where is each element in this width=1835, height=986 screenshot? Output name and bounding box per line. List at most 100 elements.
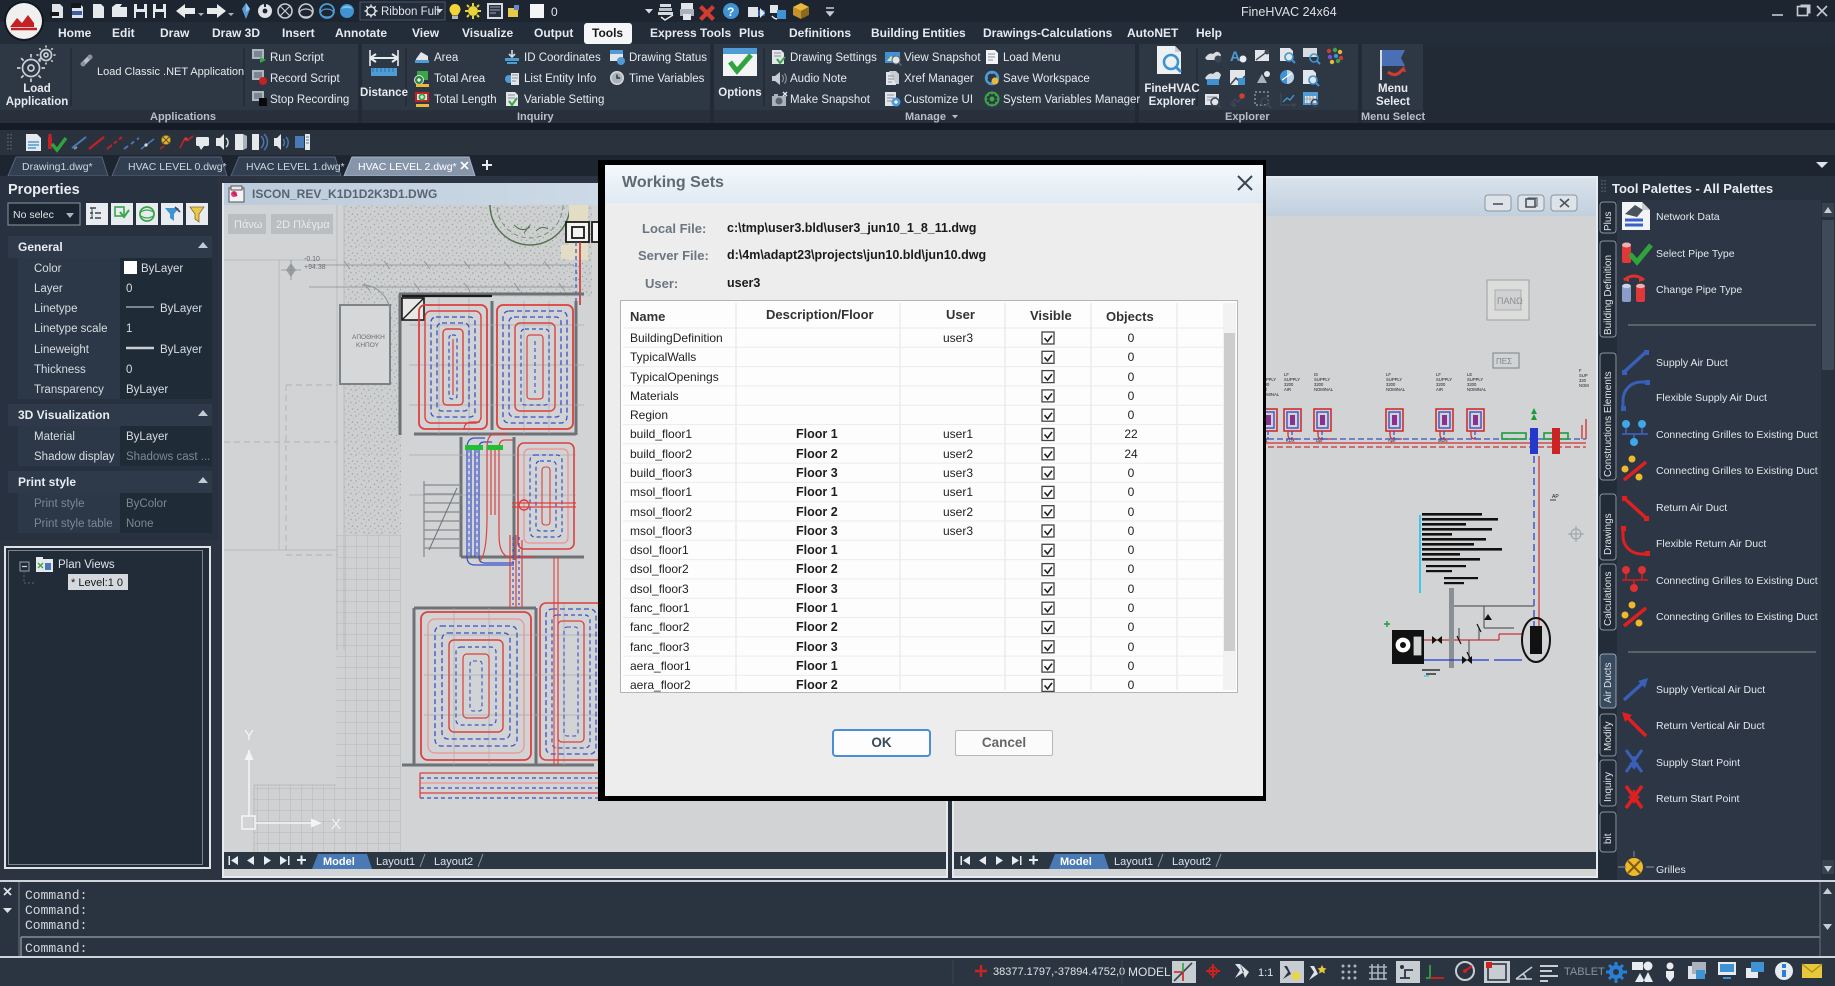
svg-text:Total Length: Total Length: [434, 94, 497, 106]
svg-text:Material: Material: [34, 431, 75, 443]
svg-text:HVAC LEVEL 2.dwg*: HVAC LEVEL 2.dwg*: [358, 161, 457, 173]
svg-text:Drawing Settings: Drawing Settings: [790, 52, 877, 64]
svg-text:0: 0: [1128, 620, 1135, 634]
svg-text:Floor 3: Floor 3: [796, 640, 838, 654]
svg-text:0: 0: [1128, 350, 1135, 364]
svg-text:Floor 2: Floor 2: [796, 505, 838, 519]
svg-text:Properties: Properties: [8, 182, 80, 198]
svg-text:1: 1: [126, 323, 132, 335]
svg-text:Floor 1: Floor 1: [796, 659, 838, 673]
svg-text:User: User: [946, 307, 975, 322]
svg-text:Load Classic .NET Application: Load Classic .NET Application: [97, 66, 244, 78]
svg-text:0: 0: [1128, 524, 1135, 538]
svg-text:Floor 3: Floor 3: [796, 582, 838, 596]
svg-text:Output: Output: [534, 26, 573, 40]
svg-text:* Level:1 0: * Level:1 0: [71, 577, 123, 589]
svg-text:Options: Options: [718, 87, 761, 99]
svg-text:HVAC LEVEL 1.dwg*: HVAC LEVEL 1.dwg*: [246, 161, 345, 173]
svg-text:aera_floor2: aera_floor2: [630, 678, 691, 692]
svg-text:Layout2: Layout2: [434, 856, 473, 868]
svg-text:24: 24: [1124, 447, 1138, 461]
svg-text:Command:: Command:: [25, 888, 87, 903]
svg-text:Select Pipe Type: Select Pipe Type: [1656, 248, 1735, 260]
svg-text:No selec: No selec: [13, 209, 54, 221]
svg-text:Return Vertical Air Duct: Return Vertical Air Duct: [1656, 720, 1765, 732]
svg-text:3D Visualization: 3D Visualization: [18, 408, 110, 422]
svg-text:Edit: Edit: [112, 26, 135, 40]
svg-text:Connecting Grilles to Existing: Connecting Grilles to Existing Duct ...: [1656, 611, 1829, 623]
svg-text:Materials: Materials: [630, 389, 679, 403]
svg-text:Floor 2: Floor 2: [796, 447, 838, 461]
svg-text:TypicalOpenings: TypicalOpenings: [630, 370, 719, 384]
svg-text:0: 0: [551, 5, 558, 19]
svg-text:Ribbon Full: Ribbon Full: [381, 6, 439, 18]
svg-text:Flexible Return Air Duct: Flexible Return Air Duct: [1656, 538, 1766, 550]
svg-text:TABLET: TABLET: [1564, 966, 1605, 978]
svg-text:Floor 3: Floor 3: [796, 524, 838, 538]
svg-text:0: 0: [1128, 601, 1135, 615]
svg-text:Print style: Print style: [34, 498, 85, 510]
svg-text:0: 0: [1128, 466, 1135, 480]
svg-text:Command:: Command:: [25, 903, 87, 918]
svg-text:Lineweight: Lineweight: [34, 344, 90, 356]
svg-text:aera_floor1: aera_floor1: [630, 659, 691, 673]
svg-text:+94.38: +94.38: [304, 264, 326, 271]
svg-text:Model: Model: [1060, 856, 1092, 868]
svg-text:Color: Color: [34, 263, 62, 275]
svg-text:Supply Vertical Air Duct: Supply Vertical Air Duct: [1656, 684, 1765, 696]
svg-text:dsol_floor3: dsol_floor3: [630, 582, 689, 596]
svg-text:Supply Start Point: Supply Start Point: [1656, 757, 1740, 769]
svg-text:NOMINAL: NOMINAL: [1314, 387, 1334, 392]
svg-text:22: 22: [1124, 427, 1138, 441]
svg-text:Draw: Draw: [160, 26, 190, 40]
svg-text:Inquiry: Inquiry: [517, 111, 555, 123]
svg-text:Inquiry: Inquiry: [1603, 772, 1614, 802]
svg-text:View Snapshot: View Snapshot: [904, 52, 981, 64]
svg-text:Help: Help: [1196, 26, 1222, 40]
svg-text:fanc_floor1: fanc_floor1: [630, 601, 690, 615]
svg-text:ByLayer: ByLayer: [126, 384, 168, 396]
svg-text:user3: user3: [943, 466, 973, 480]
svg-text:AIR: AIR: [1284, 387, 1291, 392]
svg-text:Name: Name: [630, 309, 665, 324]
svg-text:Visualize: Visualize: [462, 26, 513, 40]
svg-text:System Variables Manager: System Variables Manager: [1003, 94, 1140, 106]
svg-text:Flexible Supply Air Duct: Flexible Supply Air Duct: [1656, 392, 1767, 404]
svg-text:FineHVAC 24x64: FineHVAC 24x64: [1241, 5, 1337, 19]
svg-text:Air Ducts: Air Ducts: [1603, 662, 1614, 703]
svg-text:Distance: Distance: [360, 87, 408, 99]
svg-text:Shadow display: Shadow display: [34, 451, 115, 463]
svg-text:Audio Note: Audio Note: [790, 73, 847, 85]
svg-text:Print style table: Print style table: [34, 518, 113, 530]
svg-text:Time Variables: Time Variables: [629, 73, 705, 85]
svg-text:Variable Setting: Variable Setting: [524, 94, 604, 106]
svg-text:Plan Views: Plan Views: [58, 559, 115, 571]
svg-text:msol_floor2: msol_floor2: [630, 505, 692, 519]
svg-text:Menu Select: Menu Select: [1361, 111, 1426, 123]
svg-text:Tool Palettes - All Palettes: Tool Palettes - All Palettes: [1612, 181, 1773, 196]
svg-text:0: 0: [1128, 659, 1135, 673]
svg-text:-0.10: -0.10: [304, 256, 320, 263]
svg-text:ΠΑΝΩ: ΠΑΝΩ: [1497, 296, 1523, 306]
svg-text:Floor 2: Floor 2: [796, 678, 838, 692]
svg-text:Select: Select: [1376, 96, 1410, 108]
svg-text:38377.1797,-37894.4752,0: 38377.1797,-37894.4752,0: [993, 966, 1125, 978]
svg-text:ΠΕΣ: ΠΕΣ: [1496, 357, 1512, 366]
svg-text:0: 0: [1128, 678, 1135, 692]
svg-text:0: 0: [1128, 370, 1135, 384]
svg-text:0: 0: [1128, 389, 1135, 403]
svg-text:AIR: AIR: [1436, 387, 1443, 392]
svg-text:Connecting Grilles to Existing: Connecting Grilles to Existing Duct: [1656, 575, 1818, 587]
svg-text:TypicalWalls: TypicalWalls: [630, 350, 696, 364]
svg-text:FineHVAC: FineHVAC: [1144, 83, 1199, 95]
svg-text:build_floor1: build_floor1: [630, 427, 692, 441]
svg-text:A: A: [1230, 48, 1240, 64]
svg-text:Building Definition: Building Definition: [1603, 255, 1614, 335]
svg-text:msol_floor3: msol_floor3: [630, 524, 692, 538]
svg-text:Shadows cast ...: Shadows cast ...: [126, 451, 210, 463]
svg-text:Run Script: Run Script: [270, 52, 324, 64]
svg-text:1:1: 1:1: [1258, 967, 1273, 979]
svg-text:Calculations: Calculations: [1603, 572, 1614, 626]
svg-text:fanc_floor3: fanc_floor3: [630, 640, 690, 654]
svg-text:Linetype scale: Linetype scale: [34, 323, 108, 335]
